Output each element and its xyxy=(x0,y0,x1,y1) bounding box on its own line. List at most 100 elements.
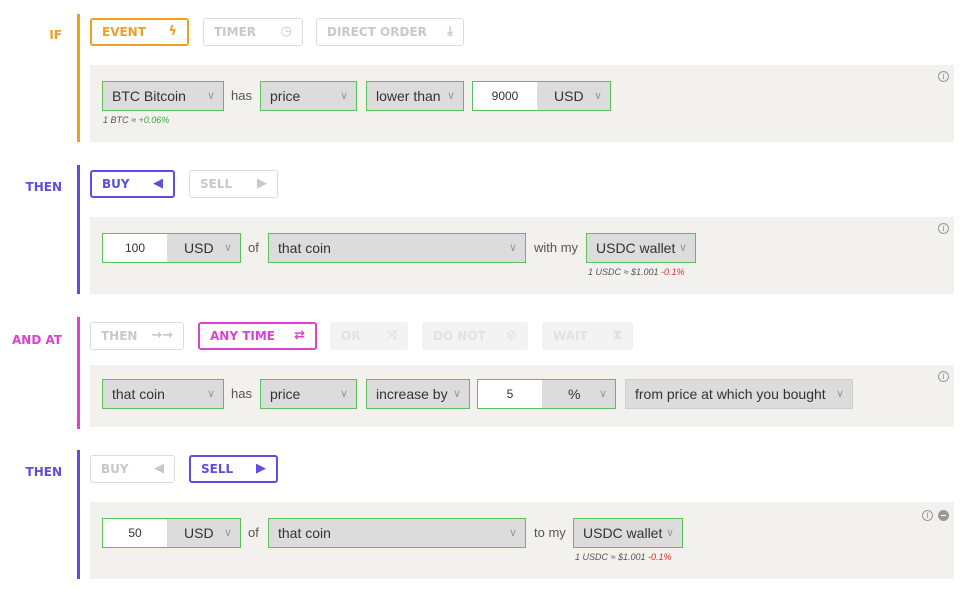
info-icon[interactable]: i xyxy=(938,71,949,82)
chevron-down-icon: ∨ xyxy=(223,242,232,254)
wallet-select-value: USDC wallet xyxy=(583,525,663,541)
tab-sell-label: SELL xyxy=(201,462,234,476)
then-label: THEN xyxy=(25,465,62,479)
coin-select-value: that coin xyxy=(112,386,165,402)
arrow-right-circle-icon: ▶ xyxy=(256,461,266,476)
hourglass-icon: ⧗ xyxy=(612,328,622,343)
currency-select[interactable]: USD xyxy=(184,234,214,262)
coin-select[interactable]: that coin ∨ xyxy=(102,379,224,409)
chevron-down-icon: ∨ xyxy=(665,527,674,539)
tab-direct-order[interactable]: DIRECT ORDER ⤓ xyxy=(316,18,464,46)
of-text: of xyxy=(248,525,259,540)
amount-currency-field: 9000 USD ∨ xyxy=(472,81,611,111)
condition-select[interactable]: increase by ∨ xyxy=(366,379,470,409)
tab-any-time[interactable]: ANY TIME ⇄ xyxy=(198,322,317,350)
metric-select-value: price xyxy=(270,386,301,402)
if-section: IF EVENT ϟ TIMER ◷ DIRECT ORDER ⤓ i BTC … xyxy=(0,0,977,145)
wallet-change: -0.1% xyxy=(661,267,685,277)
reference-price-select[interactable]: from price at which you bought ∨ xyxy=(625,379,853,409)
info-icon[interactable]: i xyxy=(938,371,949,382)
swap-arrows-icon: ⇄ xyxy=(294,328,305,343)
target-select[interactable]: that coin ∨ xyxy=(268,518,526,548)
amount-input[interactable]: 50 xyxy=(103,519,167,547)
download-icon: ⤓ xyxy=(447,24,453,39)
target-select[interactable]: that coin ∨ xyxy=(268,233,526,263)
tab-direct-order-label: DIRECT ORDER xyxy=(327,25,427,39)
if-bar xyxy=(77,14,80,142)
info-icon[interactable]: i xyxy=(938,223,949,234)
has-text: has xyxy=(231,386,252,401)
wallet-note-label: 1 USDC ≈ $1.001 xyxy=(575,552,646,562)
tab-wait[interactable]: WAIT ⧗ xyxy=(542,322,633,350)
tab-buy-label: BUY xyxy=(101,462,129,476)
price-note: 1 BTC ≈ +0.06% xyxy=(103,115,169,125)
price-change: +0.06% xyxy=(138,115,170,125)
currency-select[interactable]: USD xyxy=(554,82,584,110)
has-text: has xyxy=(231,88,252,103)
tab-any-time-label: ANY TIME xyxy=(210,329,275,343)
arrow-sequence-icon: →→ xyxy=(151,328,173,343)
currency-select[interactable]: USD xyxy=(184,519,214,547)
amount-input[interactable]: 100 xyxy=(103,234,167,262)
tab-event[interactable]: EVENT ϟ xyxy=(90,18,189,46)
amount-currency-field: 50 USD ∨ xyxy=(102,518,241,548)
tab-sell[interactable]: SELL ▶ xyxy=(189,170,278,198)
info-icon[interactable]: i xyxy=(922,510,933,521)
arrow-right-circle-icon: ▶ xyxy=(257,176,267,191)
tab-timer[interactable]: TIMER ◷ xyxy=(203,18,303,46)
wallet-note-label: 1 USDC ≈ $1.001 xyxy=(588,267,659,277)
metric-select[interactable]: price ∨ xyxy=(260,81,357,111)
tab-do-not-label: DO NOT xyxy=(433,329,486,343)
wallet-select[interactable]: USDC wallet ∨ xyxy=(573,518,683,548)
unit-select[interactable]: % xyxy=(568,380,580,408)
tab-wait-label: WAIT xyxy=(553,329,588,343)
tab-timer-label: TIMER xyxy=(214,25,257,39)
prohibited-icon: ⊘ xyxy=(506,328,517,343)
tab-sell-label: SELL xyxy=(200,177,233,191)
then-bar xyxy=(77,450,80,579)
chevron-down-icon: ∨ xyxy=(339,90,348,102)
and-at-section: AND AT THEN →→ ANY TIME ⇄ OR ⤨ DO NOT ⊘ … xyxy=(0,310,977,430)
tab-sell[interactable]: SELL ▶ xyxy=(189,455,278,483)
clock-icon: ◷ xyxy=(280,24,292,39)
tab-event-label: EVENT xyxy=(102,25,146,39)
condition-select[interactable]: lower than ∨ xyxy=(366,81,464,111)
wallet-select-value: USDC wallet xyxy=(596,240,676,256)
coin-select[interactable]: BTC Bitcoin ∨ xyxy=(102,81,224,111)
tab-buy[interactable]: BUY ◀ xyxy=(90,170,175,198)
wallet-note: 1 USDC ≈ $1.001 -0.1% xyxy=(588,267,685,277)
chevron-down-icon: ∨ xyxy=(206,388,215,400)
target-select-value: that coin xyxy=(278,240,331,256)
wallet-note: 1 USDC ≈ $1.001 -0.1% xyxy=(575,552,672,562)
if-panel: i BTC Bitcoin ∨ has price ∨ lower than ∨… xyxy=(90,65,954,142)
chevron-down-icon: ∨ xyxy=(206,90,215,102)
tab-then[interactable]: THEN →→ xyxy=(90,322,184,350)
if-label: IF xyxy=(49,28,62,42)
tab-do-not[interactable]: DO NOT ⊘ xyxy=(422,322,528,350)
arrow-left-circle-icon: ◀ xyxy=(154,461,164,476)
amount-input[interactable]: 5 xyxy=(478,380,542,408)
metric-select[interactable]: price ∨ xyxy=(260,379,357,409)
of-text: of xyxy=(248,240,259,255)
buy-panel: i 100 USD ∨ of that coin ∨ with my USDC … xyxy=(90,217,954,294)
chevron-down-icon: ∨ xyxy=(835,388,844,400)
chevron-down-icon: ∨ xyxy=(598,388,607,400)
price-note-label: 1 BTC ≈ xyxy=(103,115,136,125)
chevron-down-icon: ∨ xyxy=(678,242,687,254)
chevron-down-icon: ∨ xyxy=(593,90,602,102)
chevron-down-icon: ∨ xyxy=(452,388,461,400)
coin-select-value: BTC Bitcoin xyxy=(112,88,186,104)
amount-input[interactable]: 9000 xyxy=(473,82,537,110)
wallet-change: -0.1% xyxy=(648,552,672,562)
target-select-value: that coin xyxy=(278,525,331,541)
chevron-down-icon: ∨ xyxy=(508,242,517,254)
and-at-label: AND AT xyxy=(11,333,62,347)
remove-icon[interactable] xyxy=(938,510,949,521)
tab-buy[interactable]: BUY ◀ xyxy=(90,455,175,483)
lightning-icon: ϟ xyxy=(168,24,177,39)
tab-or[interactable]: OR ⤨ xyxy=(330,322,408,350)
with-my-text: with my xyxy=(534,240,579,255)
wallet-select[interactable]: USDC wallet ∨ xyxy=(586,233,696,263)
then-label: THEN xyxy=(25,180,62,194)
amount-unit-field: 5 % ∨ xyxy=(477,379,616,409)
